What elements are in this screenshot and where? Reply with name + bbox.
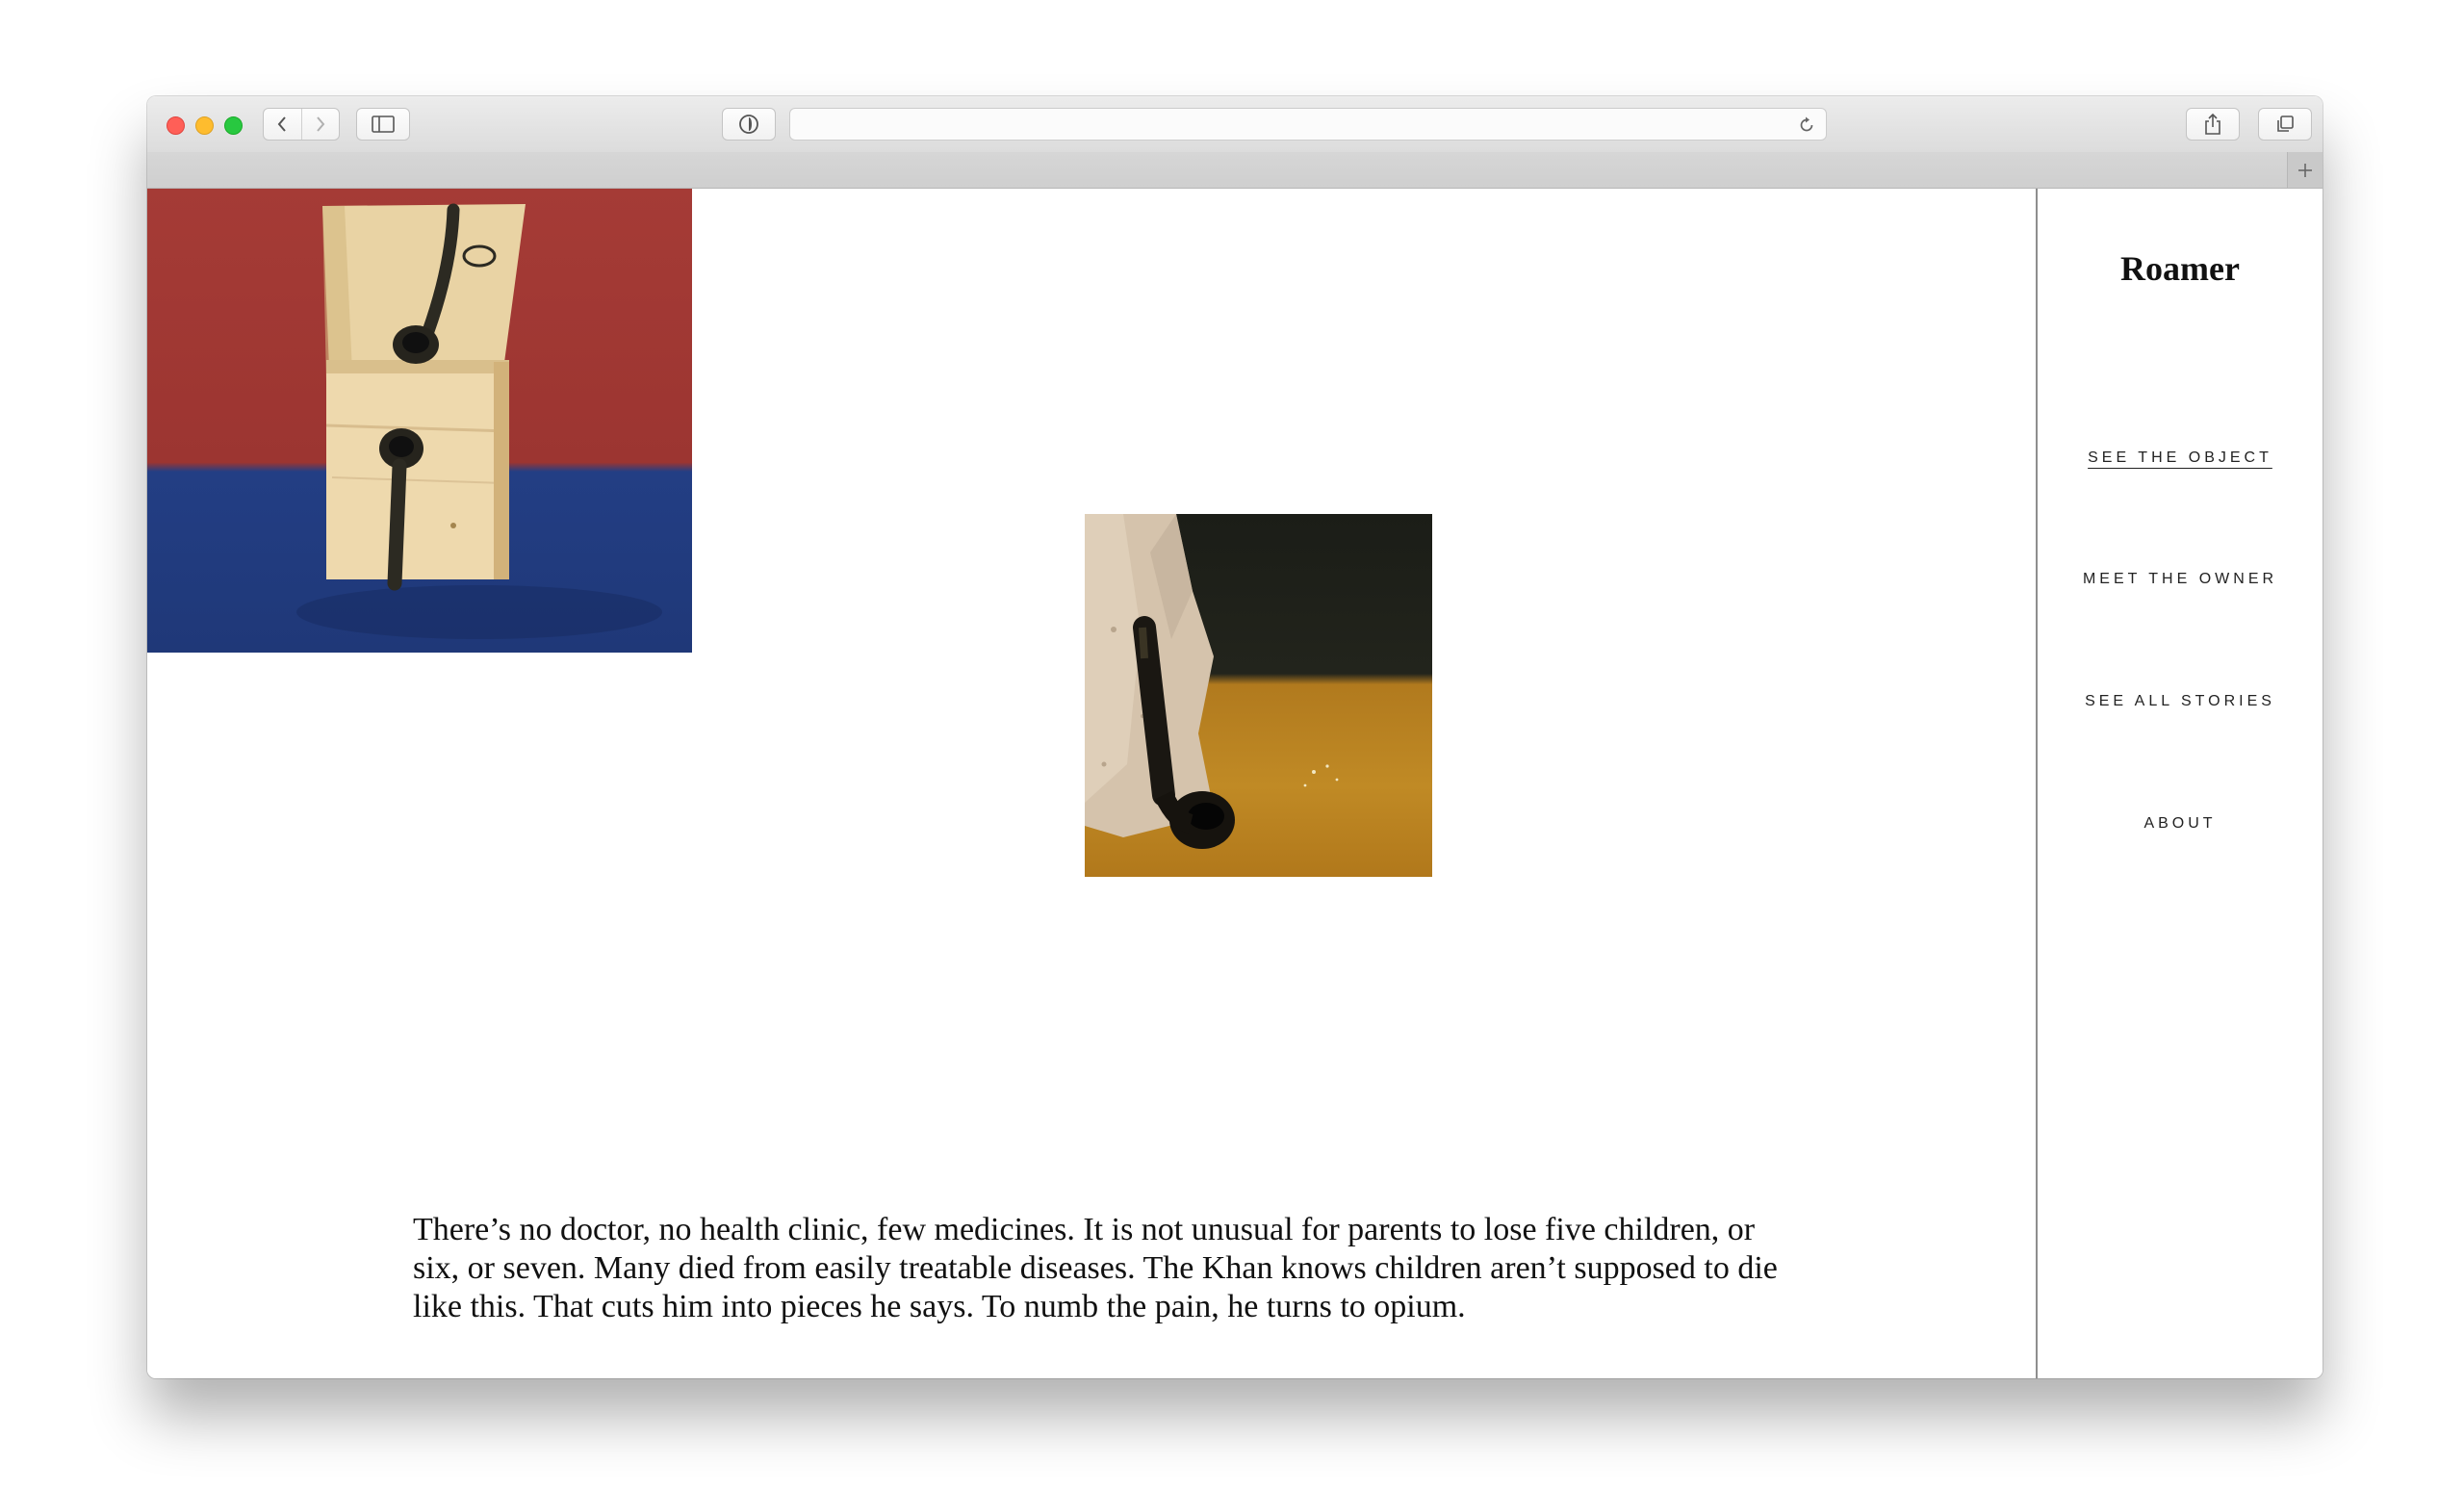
reload-icon[interactable] [1797, 116, 1816, 135]
chevron-left-icon [277, 116, 287, 132]
story-paragraph: There’s no doctor, no health clinic, few… [413, 1212, 1778, 1324]
sidebar-button[interactable] [356, 108, 410, 141]
chevron-right-icon [316, 116, 325, 132]
share-button[interactable] [2186, 108, 2240, 141]
plus-icon [2298, 163, 2312, 177]
page-content: There’s no doctor, no health clinic, few… [147, 189, 2323, 1378]
address-bar[interactable] [789, 108, 1827, 141]
nav-meet-the-owner[interactable]: MEET THE OWNER [2038, 571, 2323, 588]
tabs-overview-icon [2277, 116, 2294, 132]
pipes-on-wood-illustration [296, 203, 662, 639]
close-window-button[interactable] [167, 116, 185, 135]
pipe-against-rock-photo [1085, 514, 1432, 877]
forward-button[interactable] [300, 109, 340, 140]
navigation-buttons [263, 108, 340, 141]
shield-icon [739, 115, 758, 134]
pipes-on-wood-photo [147, 189, 692, 653]
site-logo[interactable]: Roamer [2038, 248, 2323, 289]
url-input[interactable] [790, 109, 1826, 140]
privacy-report-button[interactable] [722, 108, 776, 141]
nav-see-all-stories[interactable]: SEE ALL STORIES [2038, 693, 2323, 710]
new-tab-button[interactable] [2287, 152, 2323, 188]
nav-about[interactable]: ABOUT [2038, 815, 2323, 833]
back-button[interactable] [264, 109, 301, 140]
zoom-window-button[interactable] [224, 116, 243, 135]
share-icon [2205, 114, 2220, 135]
tab-bar [147, 152, 2323, 189]
show-tabs-button[interactable] [2258, 108, 2312, 141]
nav-see-the-object[interactable]: SEE THE OBJECT [2038, 449, 2323, 467]
minimize-window-button[interactable] [195, 116, 214, 135]
pipe-against-rock-illustration [1085, 514, 1339, 849]
sidebar-icon [372, 116, 395, 133]
site-navigation-panel: Roamer SEE THE OBJECT MEET THE OWNER SEE… [2036, 189, 2323, 1378]
browser-window: There’s no doctor, no health clinic, few… [147, 96, 2323, 1378]
browser-toolbar [147, 96, 2323, 153]
